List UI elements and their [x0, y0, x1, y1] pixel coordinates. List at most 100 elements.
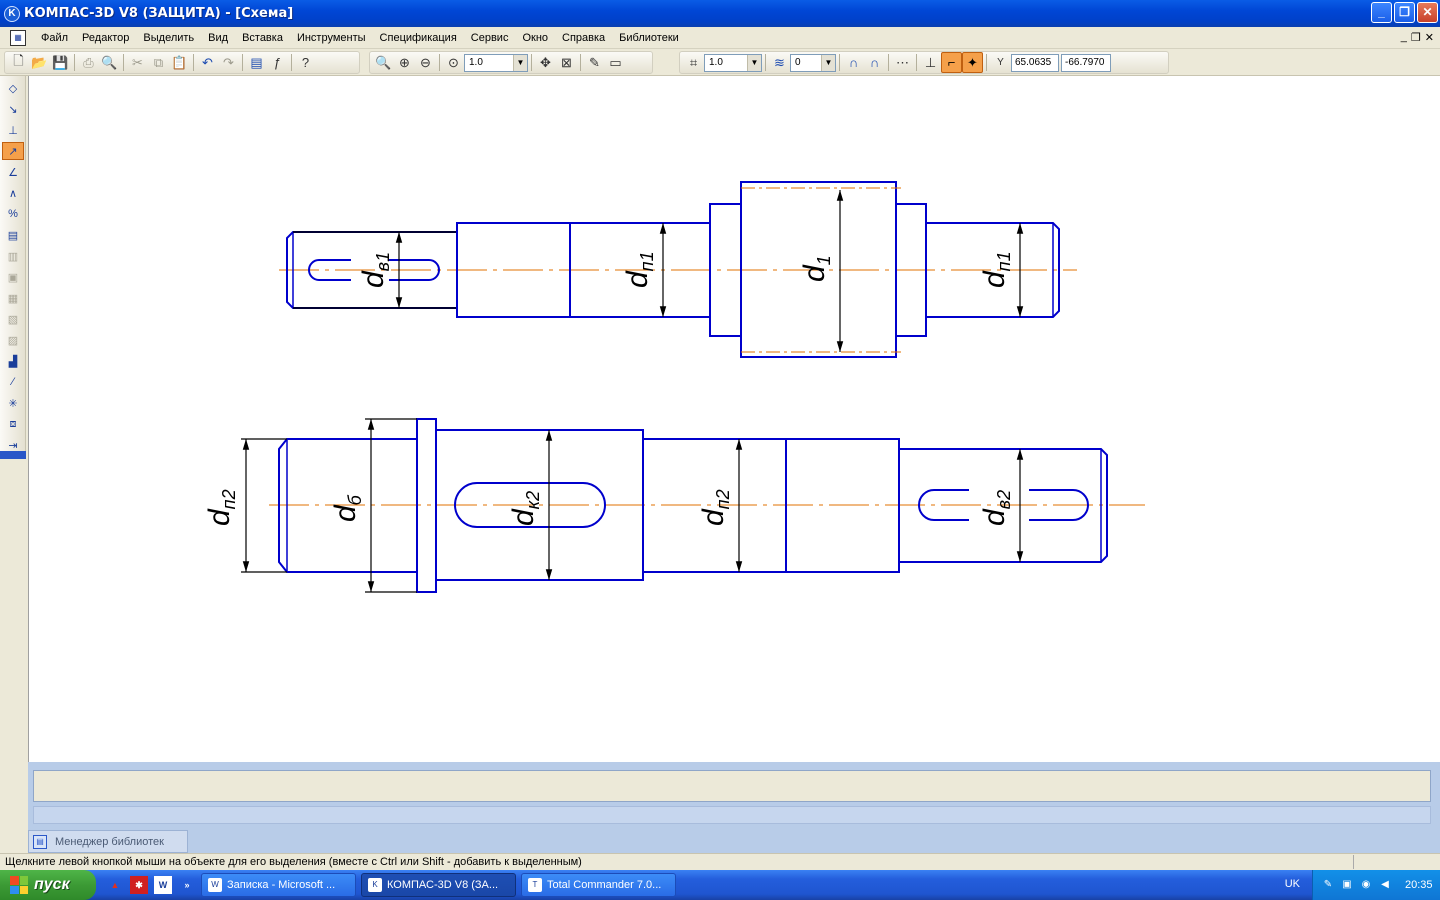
properties-panel[interactable] [33, 770, 1431, 802]
measure-icon[interactable]: ∧ [2, 184, 24, 202]
show-all-icon[interactable]: ⊠ [556, 52, 577, 73]
quicklaunch-overflow-icon[interactable]: » [178, 876, 196, 894]
undo-icon[interactable]: ↶ [197, 52, 218, 73]
dimensions-icon[interactable]: ↘ [2, 100, 24, 118]
new-document-icon[interactable]: 🗋 [8, 52, 29, 73]
menu-select[interactable]: Выделить [136, 32, 201, 44]
pan-icon[interactable]: ✥ [535, 52, 556, 73]
clock[interactable]: 20:35 [1405, 879, 1433, 891]
paste-icon[interactable]: 📋 [169, 52, 190, 73]
cut-icon[interactable]: ✂ [127, 52, 148, 73]
word-icon[interactable]: W [154, 876, 172, 894]
toolbar-separator [74, 54, 75, 71]
volume-icon[interactable]: ◀ [1378, 878, 1392, 892]
menu-tools[interactable]: Инструменты [290, 32, 373, 44]
edit-icon[interactable]: ↗ [2, 142, 24, 160]
zoom-in-icon[interactable]: ⊕ [394, 52, 415, 73]
local-cs-icon[interactable]: ⊥ [920, 52, 941, 73]
maximize-button[interactable]: ❐ [1394, 2, 1415, 23]
task-total-commander[interactable]: T Total Commander 7.0... [521, 873, 676, 897]
language-indicator[interactable]: UK [1285, 878, 1300, 890]
document-icon[interactable]: ▦ [10, 29, 26, 46]
selection-icon[interactable]: % [2, 205, 24, 223]
menu-window[interactable]: Окно [515, 32, 555, 44]
fragment-icon[interactable]: ⧈ [2, 415, 24, 433]
grid-icon[interactable]: ⋯ [892, 52, 913, 73]
open-folder-icon[interactable]: 📂 [29, 52, 50, 73]
coord-x-field[interactable]: 65.0635 [1011, 53, 1059, 72]
screen-icon[interactable]: ▭ [605, 52, 626, 73]
step-value: 1.0 [709, 57, 723, 68]
designations-icon[interactable]: ⊥ [2, 121, 24, 139]
menu-bar: ▦ Файл Редактор Выделить Вид Вставка Инс… [0, 27, 1440, 49]
menu-insert[interactable]: Вставка [235, 32, 290, 44]
context-help-icon[interactable]: ? [295, 52, 316, 73]
print-icon[interactable]: ⎙ [78, 52, 99, 73]
kompas-app-icon[interactable]: K [4, 5, 20, 22]
start-label: пуск [34, 876, 70, 893]
parametrization-icon[interactable]: ∠ [2, 163, 24, 181]
step-combo[interactable]: 1.0 ▼ [704, 53, 762, 72]
toolbar-separator [580, 54, 581, 71]
mdi-minimize-button[interactable]: _ [1401, 31, 1407, 44]
menu-view[interactable]: Вид [201, 32, 235, 44]
redo-icon[interactable]: ↷ [218, 52, 239, 73]
layer-combo[interactable]: 0 ▼ [790, 53, 836, 72]
title-bar: K КОМПАС-3D V8 (ЗАЩИТА) - [Схема] _ ❐ ✕ [0, 0, 1440, 27]
task-word[interactable]: W Записка - Microsoft ... [201, 873, 356, 897]
zoom-combo[interactable]: 1.0 ▼ [464, 53, 528, 72]
copy-icon[interactable]: ⧉ [148, 52, 169, 73]
snap-magnet-icon[interactable]: ∩ [843, 52, 864, 73]
zoom-window-icon[interactable]: 🔍 [373, 52, 394, 73]
mdi-close-button[interactable]: ✕ [1425, 31, 1434, 44]
tray-antivirus-icon[interactable]: ◉ [1359, 878, 1373, 892]
minimize-button[interactable]: _ [1371, 2, 1392, 23]
mdi-restore-button[interactable]: ❐ [1411, 31, 1421, 44]
task-kompas[interactable]: K КОМПАС-3D V8 (ЗА... [361, 873, 516, 897]
regenerate-icon[interactable]: ✎ [584, 52, 605, 73]
toolbar-expand-handle[interactable] [0, 451, 26, 459]
standard-toolbar: 🗋 📂 💾 ⎙ 🔍 ✂ ⧉ 📋 ↶ ↷ ▤ ƒ ? [4, 51, 360, 74]
library-manager-tab[interactable]: ▤ Менеджер библиотек [28, 830, 188, 853]
menu-help[interactable]: Справка [555, 32, 612, 44]
save-icon[interactable]: 💾 [50, 52, 71, 73]
ortho-mode-icon[interactable]: ⌐ [941, 52, 962, 73]
tray-network-icon[interactable]: ▣ [1340, 878, 1354, 892]
attributes-icon[interactable]: ▟ [2, 352, 24, 370]
acrobat-icon[interactable]: ▲ [106, 876, 124, 894]
menu-service[interactable]: Сервис [464, 32, 516, 44]
coord-y-field[interactable]: -66.7970 [1061, 53, 1111, 72]
tray-tool-icon[interactable]: ✎ [1321, 878, 1335, 892]
layer-icon[interactable]: ≋ [769, 52, 790, 73]
lines-icon[interactable]: ⁄ [2, 373, 24, 391]
zoom-out-icon[interactable]: ⊖ [415, 52, 436, 73]
zoom-scale-icon[interactable]: ⊙ [443, 52, 464, 73]
print-preview-icon[interactable]: 🔍 [99, 52, 120, 73]
snap-local-icon[interactable]: ∩ [864, 52, 885, 73]
toolbar-separator [531, 54, 532, 71]
menu-libraries[interactable]: Библиотеки [612, 32, 686, 44]
manager-icon[interactable]: ▤ [246, 52, 267, 73]
menu-editor[interactable]: Редактор [75, 32, 136, 44]
variables-fx-icon[interactable]: ƒ [267, 52, 288, 73]
close-button[interactable]: ✕ [1417, 2, 1438, 23]
menu-specification[interactable]: Спецификация [373, 32, 464, 44]
points-icon[interactable]: ✳ [2, 394, 24, 412]
round-mode-icon[interactable]: ✦ [962, 52, 983, 73]
spec-icon[interactable]: ▤ [2, 226, 24, 244]
chevron-down-icon[interactable]: ▼ [513, 54, 527, 71]
task-label: Записка - Microsoft ... [227, 879, 336, 891]
app-shortcut-icon[interactable]: ✱ [130, 876, 148, 894]
chevron-down-icon[interactable]: ▼ [821, 54, 835, 71]
drawing-canvas[interactable]: dв1 dп1 d1 dп1 dп2 dб dк2 dп2 dв2 [28, 76, 1440, 762]
properties-strip [33, 806, 1431, 824]
start-button[interactable]: пуск [0, 870, 96, 900]
step-cursor-icon[interactable]: ⌗ [683, 52, 704, 73]
chevron-down-icon[interactable]: ▼ [747, 54, 761, 71]
toolbar-separator [123, 54, 124, 71]
menu-file[interactable]: Файл [34, 32, 75, 44]
task-label: КОМПАС-3D V8 (ЗА... [387, 879, 499, 891]
toolbar-separator [193, 54, 194, 71]
geometry-icon[interactable]: ◇ [2, 79, 24, 97]
toolbar-separator [439, 54, 440, 71]
